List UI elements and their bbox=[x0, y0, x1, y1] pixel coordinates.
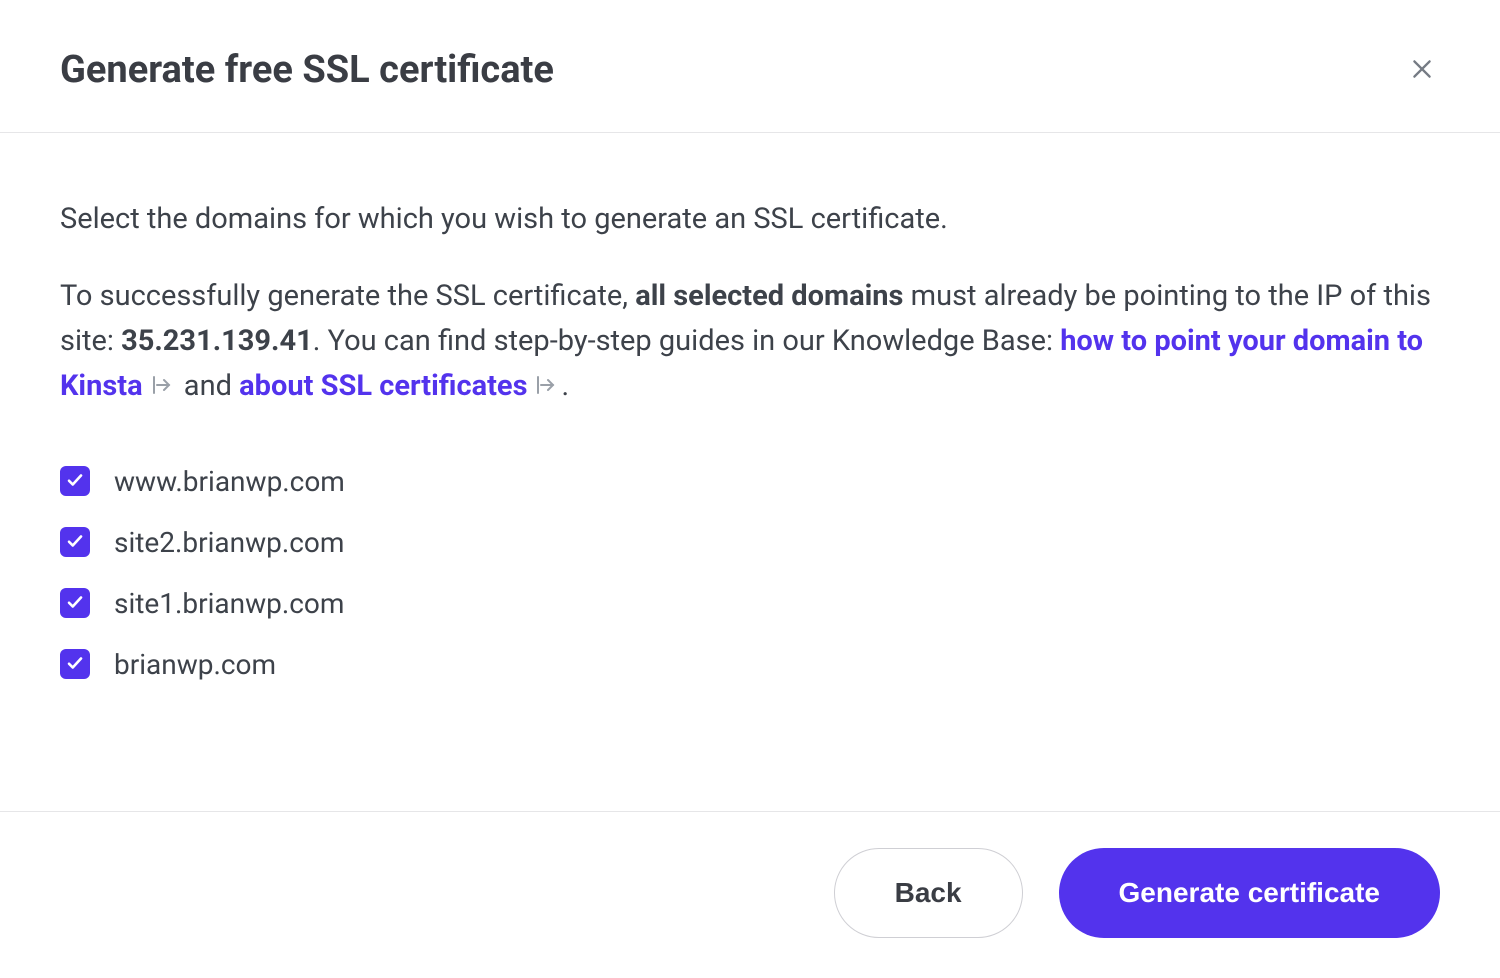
check-icon bbox=[66, 654, 84, 675]
ssl-modal: Generate free SSL certificate Select the… bbox=[0, 0, 1500, 978]
domain-row: www.brianwp.com bbox=[60, 465, 1440, 498]
generate-button[interactable]: Generate certificate bbox=[1059, 848, 1440, 938]
domain-list: www.brianwp.com site2.brianwp.com site1.… bbox=[60, 465, 1440, 681]
external-link-icon bbox=[533, 373, 557, 397]
link-separator: and bbox=[177, 369, 240, 403]
intro-text: Select the domains for which you wish to… bbox=[60, 197, 1440, 242]
modal-header: Generate free SSL certificate bbox=[0, 0, 1500, 133]
info-prefix: To successfully generate the SSL certifi… bbox=[60, 279, 635, 313]
domain-label: brianwp.com bbox=[114, 648, 276, 681]
close-icon bbox=[1409, 56, 1435, 85]
modal-title: Generate free SSL certificate bbox=[60, 48, 554, 92]
ip-address: 35.231.139.41 bbox=[121, 324, 313, 358]
check-icon bbox=[66, 593, 84, 614]
close-button[interactable] bbox=[1404, 52, 1440, 88]
domain-label: site2.brianwp.com bbox=[114, 526, 344, 559]
info-text: To successfully generate the SSL certifi… bbox=[60, 274, 1440, 409]
domain-checkbox[interactable] bbox=[60, 527, 90, 557]
modal-footer: Back Generate certificate bbox=[0, 811, 1500, 978]
domain-row: brianwp.com bbox=[60, 648, 1440, 681]
back-button[interactable]: Back bbox=[834, 848, 1023, 938]
domain-checkbox[interactable] bbox=[60, 649, 90, 679]
info-bold: all selected domains bbox=[635, 279, 903, 313]
domain-label: site1.brianwp.com bbox=[114, 587, 344, 620]
domain-label: www.brianwp.com bbox=[114, 465, 345, 498]
domain-checkbox[interactable] bbox=[60, 588, 90, 618]
info-period: . bbox=[561, 369, 569, 403]
domain-row: site2.brianwp.com bbox=[60, 526, 1440, 559]
info-suffix: . You can find step-by-step guides in ou… bbox=[313, 324, 1060, 358]
check-icon bbox=[66, 532, 84, 553]
domain-checkbox[interactable] bbox=[60, 466, 90, 496]
link-ssl-about[interactable]: about SSL certificates bbox=[239, 369, 527, 403]
check-icon bbox=[66, 471, 84, 492]
external-link-icon bbox=[149, 373, 173, 397]
modal-body: Select the domains for which you wish to… bbox=[0, 133, 1500, 811]
domain-row: site1.brianwp.com bbox=[60, 587, 1440, 620]
